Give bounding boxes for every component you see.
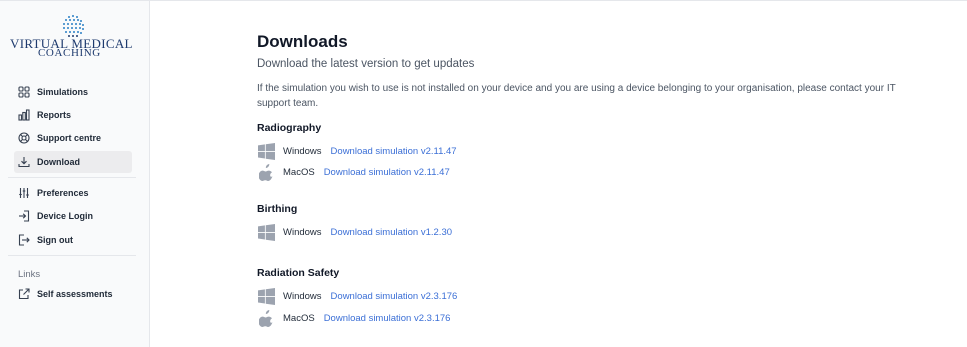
external-link-icon — [18, 288, 30, 300]
product-title: Radiation Safety — [257, 267, 340, 279]
windows-icon — [257, 223, 275, 241]
download-icon — [18, 156, 30, 168]
sidebar-item-label: Sign out — [37, 235, 73, 245]
product-title: Birthing — [257, 203, 298, 215]
download-link[interactable]: Download simulation v2.3.176 — [324, 313, 451, 324]
download-link[interactable]: Download simulation v2.3.176 — [331, 291, 458, 302]
download-row: Windows Download simulation v2.11.47 — [257, 141, 457, 161]
apple-icon — [257, 163, 275, 181]
sidebar-item-label: Preferences — [37, 188, 89, 198]
sidebar-item-simulations[interactable]: Simulations — [14, 81, 132, 103]
login-icon — [18, 210, 30, 222]
sidebar-item-sign-out[interactable]: Sign out — [14, 229, 132, 251]
page-title: Downloads — [257, 32, 348, 51]
windows-icon — [257, 142, 275, 160]
sidebar-item-device-login[interactable]: Device Login — [14, 205, 132, 227]
os-name: MacOS — [283, 166, 315, 178]
windows-icon — [257, 287, 275, 305]
lifebuoy-icon — [18, 132, 30, 144]
sidebar-item-support-centre[interactable]: Support centre — [14, 127, 132, 149]
sidebar-item-self-assessments[interactable]: Self assessments — [14, 283, 132, 305]
os-name: Windows — [283, 226, 322, 238]
page-subtitle: Download the latest version to get updat… — [257, 58, 475, 70]
grid-icon — [18, 86, 30, 98]
sidebar: VIRTUAL MEDICAL COACHING Simulations Rep… — [0, 1, 150, 347]
apple-icon — [257, 309, 275, 327]
sidebar-item-label: Download — [37, 157, 80, 167]
it-support-note: If the simulation you wish to use is not… — [257, 83, 896, 109]
os-name: MacOS — [283, 312, 315, 324]
logout-icon — [18, 234, 30, 246]
sliders-icon — [18, 187, 30, 199]
brand-logo[interactable]: VIRTUAL MEDICAL COACHING — [8, 13, 140, 61]
links-section-label: Links — [18, 269, 41, 280]
download-row: MacOS Download simulation v2.3.176 — [257, 308, 450, 328]
sidebar-item-preferences[interactable]: Preferences — [14, 182, 132, 204]
os-name: Windows — [283, 145, 322, 157]
sidebar-divider — [8, 177, 136, 178]
download-row: Windows Download simulation v2.3.176 — [257, 286, 457, 306]
download-link[interactable]: Download simulation v1.2.30 — [331, 227, 452, 238]
sidebar-item-label: Self assessments — [37, 289, 113, 299]
product-title: Radiography — [257, 122, 322, 134]
sidebar-item-reports[interactable]: Reports — [14, 104, 132, 126]
download-row: Windows Download simulation v1.2.30 — [257, 222, 452, 242]
download-link[interactable]: Download simulation v2.11.47 — [331, 146, 457, 157]
os-name: Windows — [283, 290, 322, 302]
download-row: MacOS Download simulation v2.11.47 — [257, 162, 450, 182]
brand-name-line2: COACHING — [38, 47, 101, 59]
sidebar-item-label: Simulations — [37, 87, 89, 97]
sidebar-divider — [8, 255, 136, 256]
sidebar-item-download[interactable]: Download — [14, 151, 132, 173]
sidebar-item-label: Device Login — [37, 211, 94, 221]
bar-chart-icon — [18, 109, 30, 121]
download-link[interactable]: Download simulation v2.11.47 — [324, 167, 450, 178]
sidebar-item-label: Reports — [37, 110, 72, 120]
sidebar-item-label: Support centre — [37, 133, 102, 143]
